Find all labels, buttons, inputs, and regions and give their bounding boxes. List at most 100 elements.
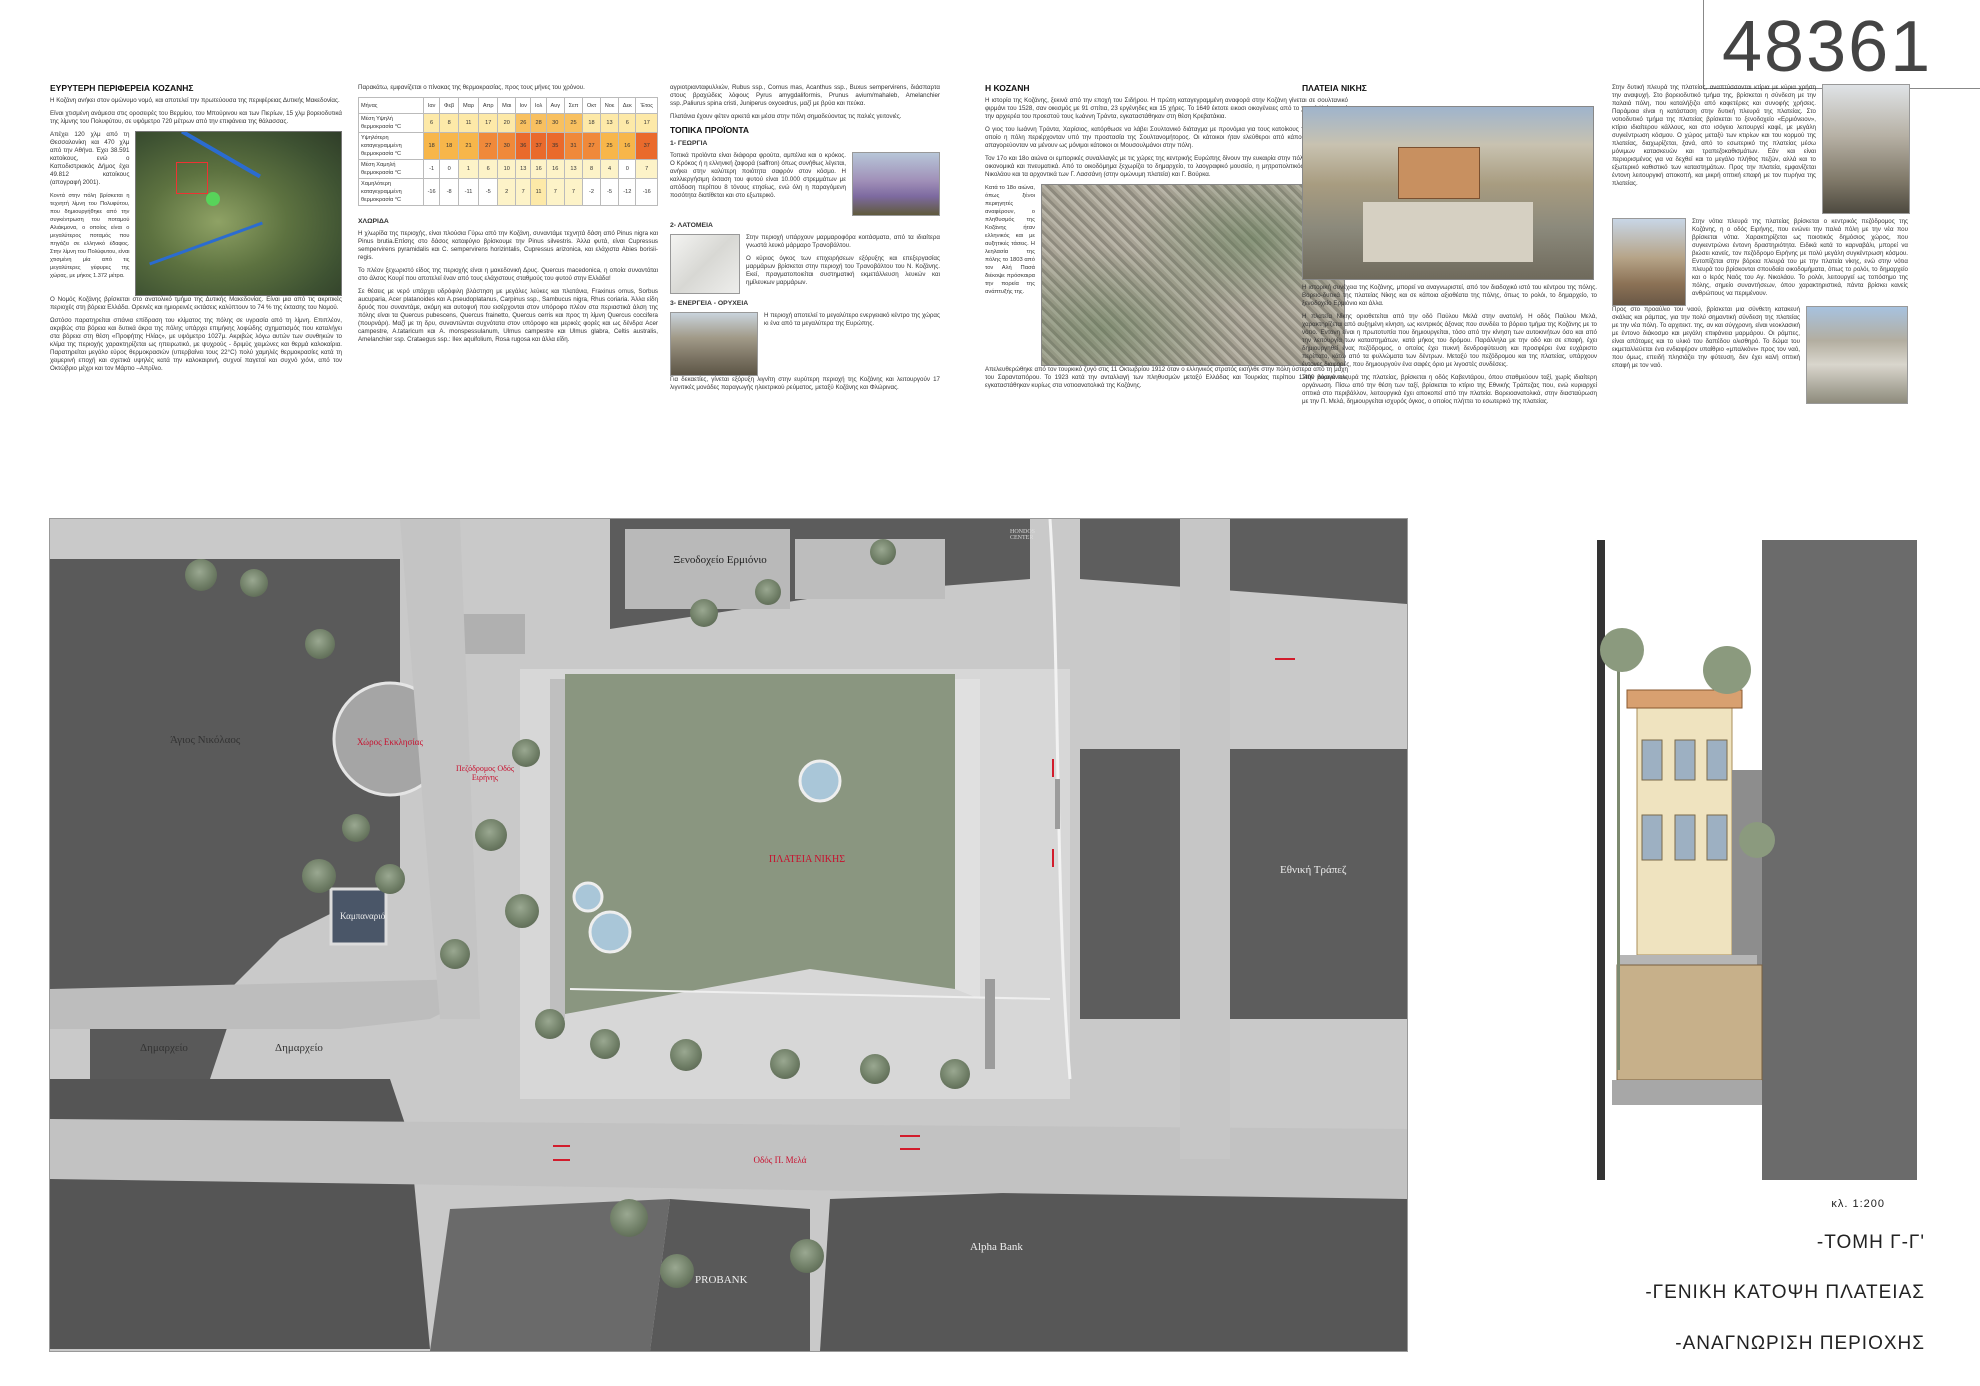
climate-cell: 13: [599, 113, 620, 133]
climate-cell: -8: [439, 178, 460, 206]
climate-header-cell: Σεπ: [563, 97, 584, 114]
climate-row-label: Μέση Υψηλή θερμοκρασία °C: [358, 113, 424, 133]
climate-cell: 6: [618, 113, 637, 133]
climate-cell: 0: [618, 159, 637, 179]
label-melas-street: Οδός Π. Μελά: [753, 1155, 807, 1165]
products-s1-text: Τοπικά προϊόντα είναι διάφορα φρούτα, αμ…: [670, 152, 846, 199]
climate-header-cell: Ιαν: [422, 97, 441, 114]
label-town-hall-2: Δημαρχείο: [275, 1042, 323, 1054]
climate-cell: -16: [422, 178, 441, 206]
climate-cell: 16: [545, 159, 565, 179]
label-church: Άγιος Νικόλαος: [170, 734, 241, 746]
label-probank: PROBANK: [695, 1274, 748, 1286]
nikis2-column: Στην δυτική πλευρά της πλατείας, αναπτύσ…: [1612, 84, 1910, 404]
climate-header-cell: Μαρ: [458, 97, 479, 114]
kozani-p1: Η ιστορία της Κοζάνης, ξεκινά από την επ…: [985, 97, 1348, 120]
region-p6: Ωστόσο παρατηρείται σπάνια επίδραση του …: [50, 317, 342, 372]
legend-plan: -ΓΕΝΙΚΗ ΚΑΤΟΨΗ ΠΛΑΤΕΙΑΣ: [1645, 1282, 1925, 1303]
climate-cell: -11: [458, 178, 479, 206]
street-photo: [1822, 84, 1910, 214]
tree-icon: [440, 939, 470, 969]
kozani-p3: Τον 17ο και 18ο αιώνα οι εμπορικές συναλ…: [985, 155, 1348, 178]
project-number: 48361: [1722, 7, 1933, 87]
climate-header-cell: Ιον: [514, 97, 532, 114]
climate-header-cell: Οκτ: [582, 97, 601, 114]
climate-cell: 28: [530, 113, 547, 133]
tree-icon: [535, 1009, 565, 1039]
climate-cell: 27: [582, 132, 601, 160]
products-s3-text: Η περιοχή αποτελεί το μεγαλύτερο ενεργει…: [764, 312, 940, 327]
tree-icon: [185, 559, 217, 591]
region-p3: Απέχει 120 χλμ από τη Θεσσαλονίκη και 47…: [50, 131, 130, 186]
vegetation-p2: Το πλέον ξεχωριστό είδος της περιοχής εί…: [358, 267, 658, 282]
climate-header-cell: Δεκ: [618, 97, 637, 114]
label-alpha-bank: Alpha Bank: [970, 1241, 1023, 1253]
climate-column: Παρακάτω, εμφανίζεται ο πίνακας της θερμ…: [358, 84, 658, 349]
tree-icon: [505, 894, 539, 928]
tree-icon: [375, 864, 405, 894]
climate-cell: 7: [563, 178, 584, 206]
label-hotel: Ξενοδοχείο Ερμιόνιο: [673, 554, 767, 566]
climate-header-cell: Απρ: [477, 97, 499, 114]
kozani-p2: Ο γιος του Ιωάννη Τράντα, Χαρίσιος, κατό…: [985, 126, 1348, 149]
climate-header-row: Μήνας Ιαν Φεβ Μαρ Απρ Μαι Ιον Ιολ Αυγ Σε…: [358, 97, 658, 114]
climate-cell: -2: [582, 178, 601, 206]
nikis-aerial-photo: [1302, 106, 1594, 280]
label-pedestrian-street: Πεζόδρομος Οδός Ειρήνης: [455, 764, 515, 782]
climate-cell: 17: [635, 113, 658, 133]
tree-icon: [790, 1239, 824, 1273]
products-s3-text2: Για δεκαετίες, γίνεται εξόρυξη λιγνίτη σ…: [670, 376, 940, 391]
section-drawing: [1597, 540, 1922, 1180]
site-plan-drawing: [50, 519, 1407, 1351]
tree-icon: [305, 629, 335, 659]
tree-icon: [870, 539, 896, 565]
climate-cell: 35: [545, 132, 565, 160]
tree-icon: [342, 814, 370, 842]
climate-intro: Παρακάτω, εμφανίζεται ο πίνακας της θερμ…: [358, 84, 585, 91]
climate-cell: 25: [563, 113, 584, 133]
climate-cell: 30: [545, 113, 565, 133]
label-town-hall-1: Δημαρχείο: [140, 1042, 188, 1054]
climate-cell: 10: [497, 159, 516, 179]
label-church-yard: Χώρος Εκκλησίας: [356, 737, 424, 747]
tree-icon: [512, 739, 540, 767]
climate-cell: 7: [635, 159, 658, 179]
climate-cell: 8: [582, 159, 601, 179]
tree-icon: [940, 1059, 970, 1089]
climate-cell: 37: [530, 132, 547, 160]
climate-cell: 21: [458, 132, 479, 160]
kozani-column: Η ΚΟΖΑΝΗ Η ιστορία της Κοζάνης, ξεκινά α…: [985, 84, 1348, 395]
products-s2-text2: Ο κύριος όγκος των επιχειρήσεων εξόρυξης…: [746, 255, 940, 286]
region-p2: Είναι χτισμένη ανάμεσα στις οροσειρές το…: [50, 110, 342, 125]
climate-row-mean-low: Μέση Χαμηλή θερμοκρασία °C -1 0 1 6 10 1…: [358, 159, 658, 179]
nikis2-p1: Στην δυτική πλευρά της πλατείας, αναπτύσ…: [1612, 84, 1816, 187]
nikis-p1: Η ιστορική συνέχεια της Κοζάνης, μπορεί …: [1302, 284, 1597, 307]
climate-cell: 26: [514, 113, 532, 133]
products-column: αγριοτριανταφυλλιών, Rubus ssp., Cornus …: [670, 84, 940, 397]
climate-header-cell: Ιολ: [530, 97, 547, 114]
climate-row-record-high: Υψηλότερη καταγεγραμμένη θερμοκρασία °C …: [358, 132, 658, 160]
climate-cell: -1: [422, 159, 441, 179]
products-s3-title: 3- ΕΝΕΡΓΕΙΑ - ΟΡΥΧΕΙΑ: [670, 300, 749, 307]
tree-icon: [610, 1199, 648, 1237]
climate-header-cell: Έτος: [635, 97, 658, 114]
climate-cell: 7: [514, 178, 532, 206]
climate-cell: -12: [618, 178, 637, 206]
saffron-photo: [852, 152, 940, 216]
tree-icon: [475, 819, 507, 851]
climate-cell: 20: [497, 113, 516, 133]
kozani-p4: Κατά το 18ο αιώνα, όπως ξένοι περιηγητές…: [985, 185, 1035, 295]
climate-header-cell: Μαι: [497, 97, 516, 114]
climate-cell: 13: [514, 159, 532, 179]
kozani-title: Η ΚΟΖΑΝΗ: [985, 83, 1030, 93]
mine-photo: [670, 312, 758, 376]
kozani-p5: Απελευθερώθηκε από τον τουρκικό ζυγό στι…: [985, 366, 1348, 389]
tree-icon: [670, 1039, 702, 1071]
clock-tower-photo: [1612, 218, 1686, 306]
marble-photo: [670, 234, 740, 294]
region-map-image: [135, 131, 342, 296]
nikis-p3: Στην βόρεια πλευρά της πλατείας, βρίσκετ…: [1302, 374, 1597, 405]
tree-icon: [860, 1054, 890, 1084]
vegetation-title: ΧΛΩΡΙΔΑ: [358, 218, 389, 225]
climate-cell: 11: [458, 113, 479, 133]
